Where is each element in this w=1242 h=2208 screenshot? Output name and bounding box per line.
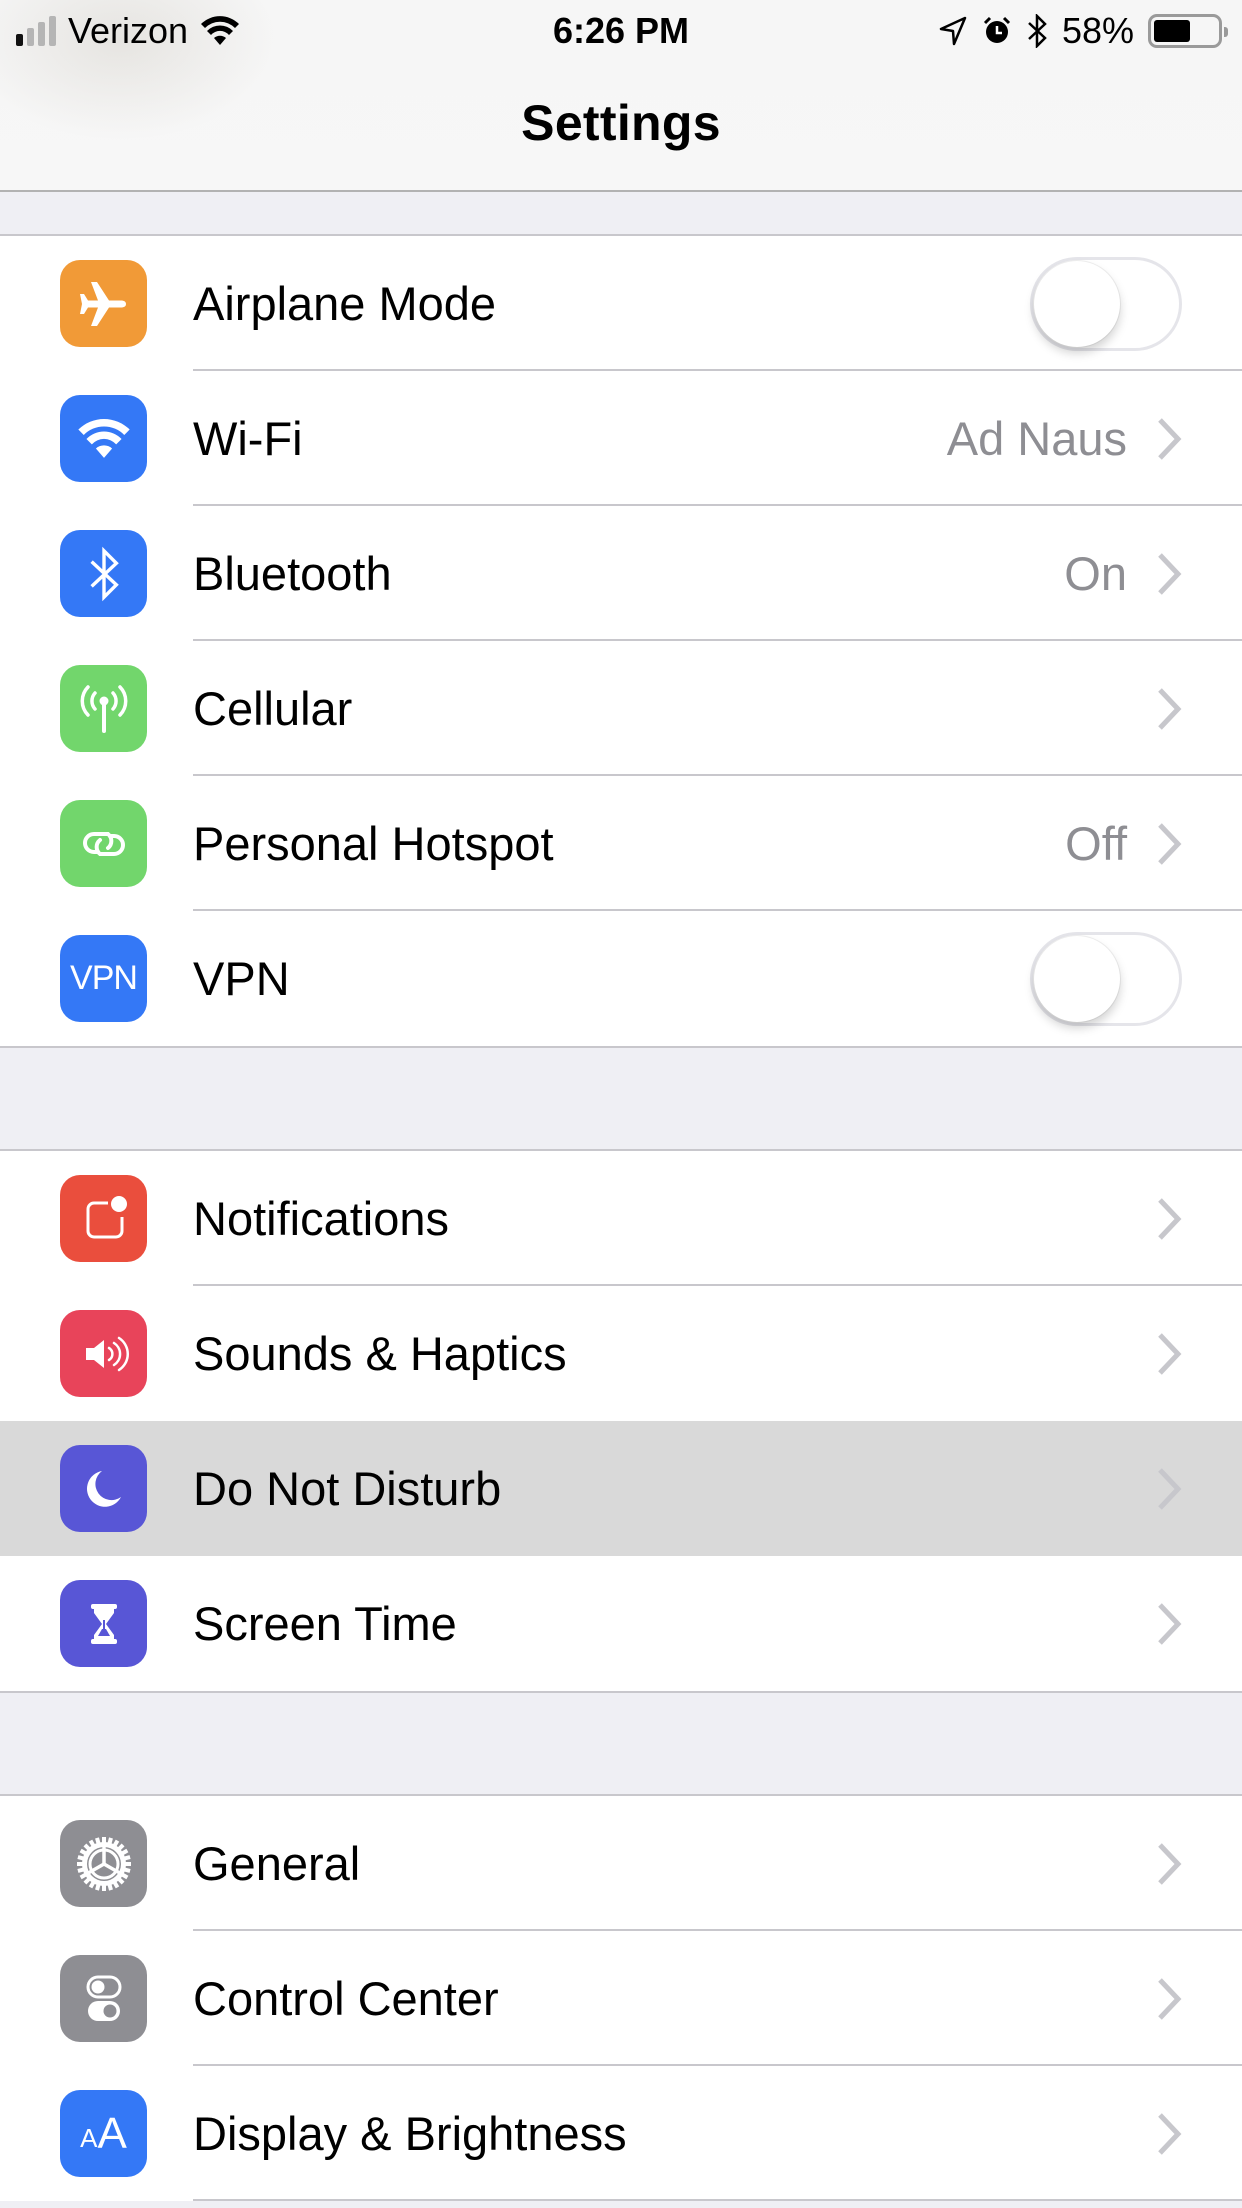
- row-label: General: [193, 1837, 361, 1890]
- switches-icon: [60, 1955, 147, 2042]
- battery-icon: [1148, 14, 1228, 48]
- row-label: Personal Hotspot: [193, 817, 554, 870]
- chevron-right-icon: [1158, 1602, 1182, 1645]
- settings-group-notifications: Notifications Sounds & Haptics Do Not Di…: [0, 1149, 1242, 1693]
- settings-row-do-not-disturb[interactable]: Do Not Disturb: [0, 1421, 1242, 1556]
- row-label: Control Center: [193, 1972, 499, 2025]
- navigation-bar: Verizon 6:26 PM 58% Settings: [0, 0, 1242, 192]
- settings-row-personal-hotspot[interactable]: Personal Hotspot Off: [0, 776, 1242, 911]
- settings-group-general: General Control Center AA Display & Brig…: [0, 1794, 1242, 2201]
- row-label: Display & Brightness: [193, 2107, 627, 2160]
- hotspot-status-value: Off: [1065, 817, 1127, 870]
- settings-row-notifications[interactable]: Notifications: [0, 1151, 1242, 1286]
- bluetooth-icon: [1028, 14, 1047, 48]
- chevron-right-icon: [1158, 1467, 1182, 1510]
- settings-row-display-brightness[interactable]: AA Display & Brightness: [0, 2066, 1242, 2201]
- row-label: Bluetooth: [193, 547, 392, 600]
- chevron-right-icon: [1158, 1842, 1182, 1885]
- settings-row-sounds-haptics[interactable]: Sounds & Haptics: [0, 1286, 1242, 1421]
- hourglass-icon: [60, 1580, 147, 1667]
- moon-icon: [60, 1445, 147, 1532]
- wifi-network-value: Ad Naus: [946, 412, 1127, 465]
- row-label: Airplane Mode: [193, 277, 497, 330]
- alarm-icon: [983, 16, 1010, 43]
- airplane-mode-toggle[interactable]: [1030, 256, 1182, 351]
- notifications-icon: [60, 1175, 147, 1262]
- chevron-right-icon: [1158, 552, 1182, 595]
- settings-row-cellular[interactable]: Cellular: [0, 641, 1242, 776]
- text-size-icon: AA: [60, 2090, 147, 2177]
- location-arrow-icon: [939, 16, 967, 46]
- gear-icon: [60, 1820, 147, 1907]
- settings-row-general[interactable]: General: [0, 1796, 1242, 1931]
- settings-row-airplane-mode[interactable]: Airplane Mode: [0, 236, 1242, 371]
- chevron-right-icon: [1158, 2112, 1182, 2155]
- airplane-icon: [60, 260, 147, 347]
- chevron-right-icon: [1158, 417, 1182, 460]
- settings-group-connectivity: Airplane Mode Wi-Fi Ad Naus Bluetooth On: [0, 234, 1242, 1048]
- row-label: Cellular: [193, 682, 353, 735]
- settings-row-vpn[interactable]: VPN VPN: [0, 911, 1242, 1046]
- battery-percent: 58%: [1061, 10, 1134, 51]
- vpn-toggle[interactable]: [1030, 931, 1182, 1026]
- bluetooth-status-value: On: [1064, 547, 1127, 600]
- chevron-right-icon: [1158, 687, 1182, 730]
- row-divider: [193, 2199, 1242, 2201]
- page-title: Settings: [521, 95, 721, 151]
- settings-row-wifi[interactable]: Wi-Fi Ad Naus: [0, 371, 1242, 506]
- antenna-icon: [60, 665, 147, 752]
- hotspot-link-icon: [60, 800, 147, 887]
- row-label: Notifications: [193, 1192, 449, 1245]
- row-label: Screen Time: [193, 1597, 457, 1650]
- chevron-right-icon: [1158, 1197, 1182, 1240]
- bluetooth-icon: [60, 530, 147, 617]
- row-label: VPN: [193, 952, 290, 1005]
- row-label: Sounds & Haptics: [193, 1327, 567, 1380]
- chevron-right-icon: [1158, 1977, 1182, 2020]
- chevron-right-icon: [1158, 822, 1182, 865]
- settings-row-bluetooth[interactable]: Bluetooth On: [0, 506, 1242, 641]
- speaker-icon: [60, 1310, 147, 1397]
- chevron-right-icon: [1158, 1332, 1182, 1375]
- vpn-icon: VPN: [60, 935, 147, 1022]
- status-bar: Verizon 6:26 PM 58%: [0, 0, 1242, 62]
- row-label: Wi-Fi: [193, 412, 303, 465]
- row-label: Do Not Disturb: [193, 1462, 502, 1515]
- wifi-icon: [60, 395, 147, 482]
- settings-row-screen-time[interactable]: Screen Time: [0, 1556, 1242, 1691]
- settings-row-control-center[interactable]: Control Center: [0, 1931, 1242, 2066]
